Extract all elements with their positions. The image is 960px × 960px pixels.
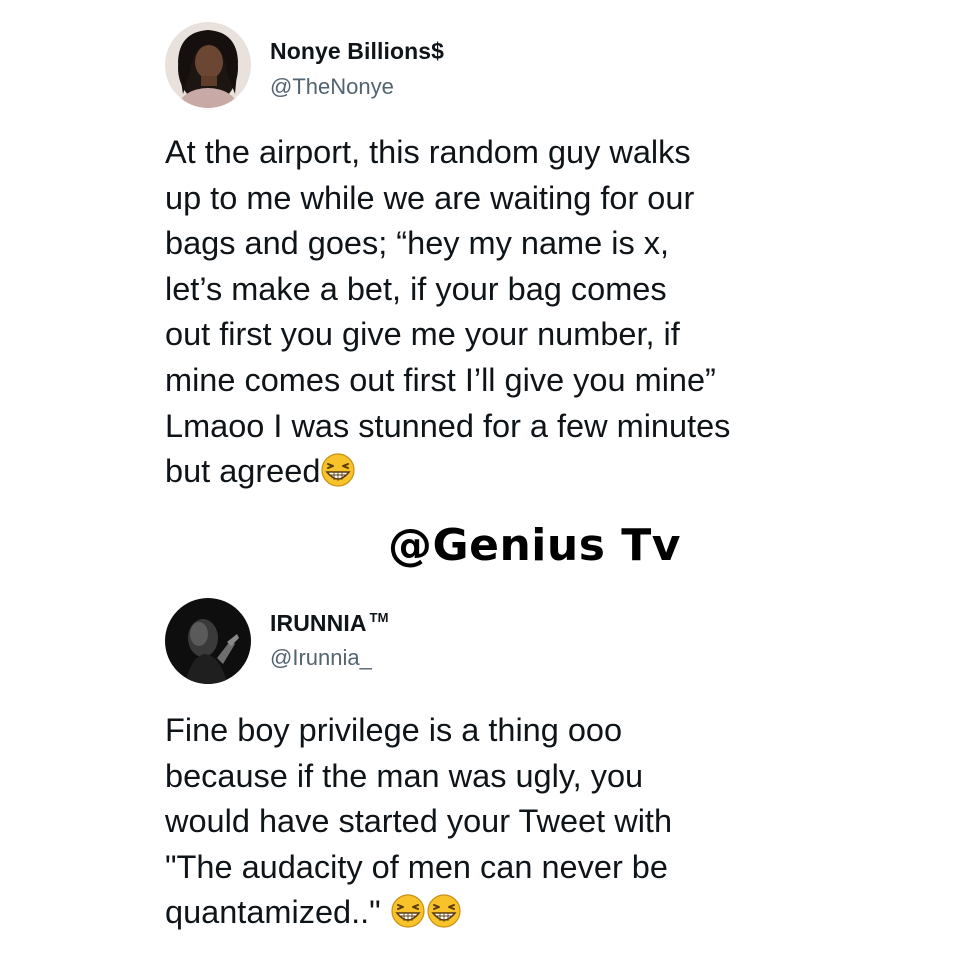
watermark: @Genius Tv bbox=[388, 520, 681, 571]
grinning-squinting-face-emoji bbox=[426, 893, 462, 929]
trademark-symbol: TM bbox=[369, 610, 389, 626]
avatar[interactable] bbox=[165, 22, 251, 108]
user-handle[interactable]: @TheNonye bbox=[270, 74, 394, 100]
profile-photo-woman bbox=[165, 22, 251, 108]
tweet-text: At the airport, this random guy walks up… bbox=[165, 130, 845, 495]
tweet-text-content: At the airport, this random guy walks up… bbox=[165, 134, 731, 490]
display-name[interactable]: Nonye Billions$ bbox=[270, 38, 444, 65]
tweet-text: Fine boy privilege is a thing ooo becaus… bbox=[165, 708, 845, 936]
avatar[interactable] bbox=[165, 598, 251, 684]
display-name[interactable]: IRUNNIA TM bbox=[270, 610, 389, 637]
grinning-squinting-face-emoji bbox=[320, 452, 356, 488]
profile-photo-man bbox=[165, 598, 251, 684]
grinning-squinting-face-emoji bbox=[390, 893, 426, 929]
user-handle[interactable]: @Irunnia_ bbox=[270, 645, 372, 671]
display-name-text: IRUNNIA bbox=[270, 610, 367, 636]
